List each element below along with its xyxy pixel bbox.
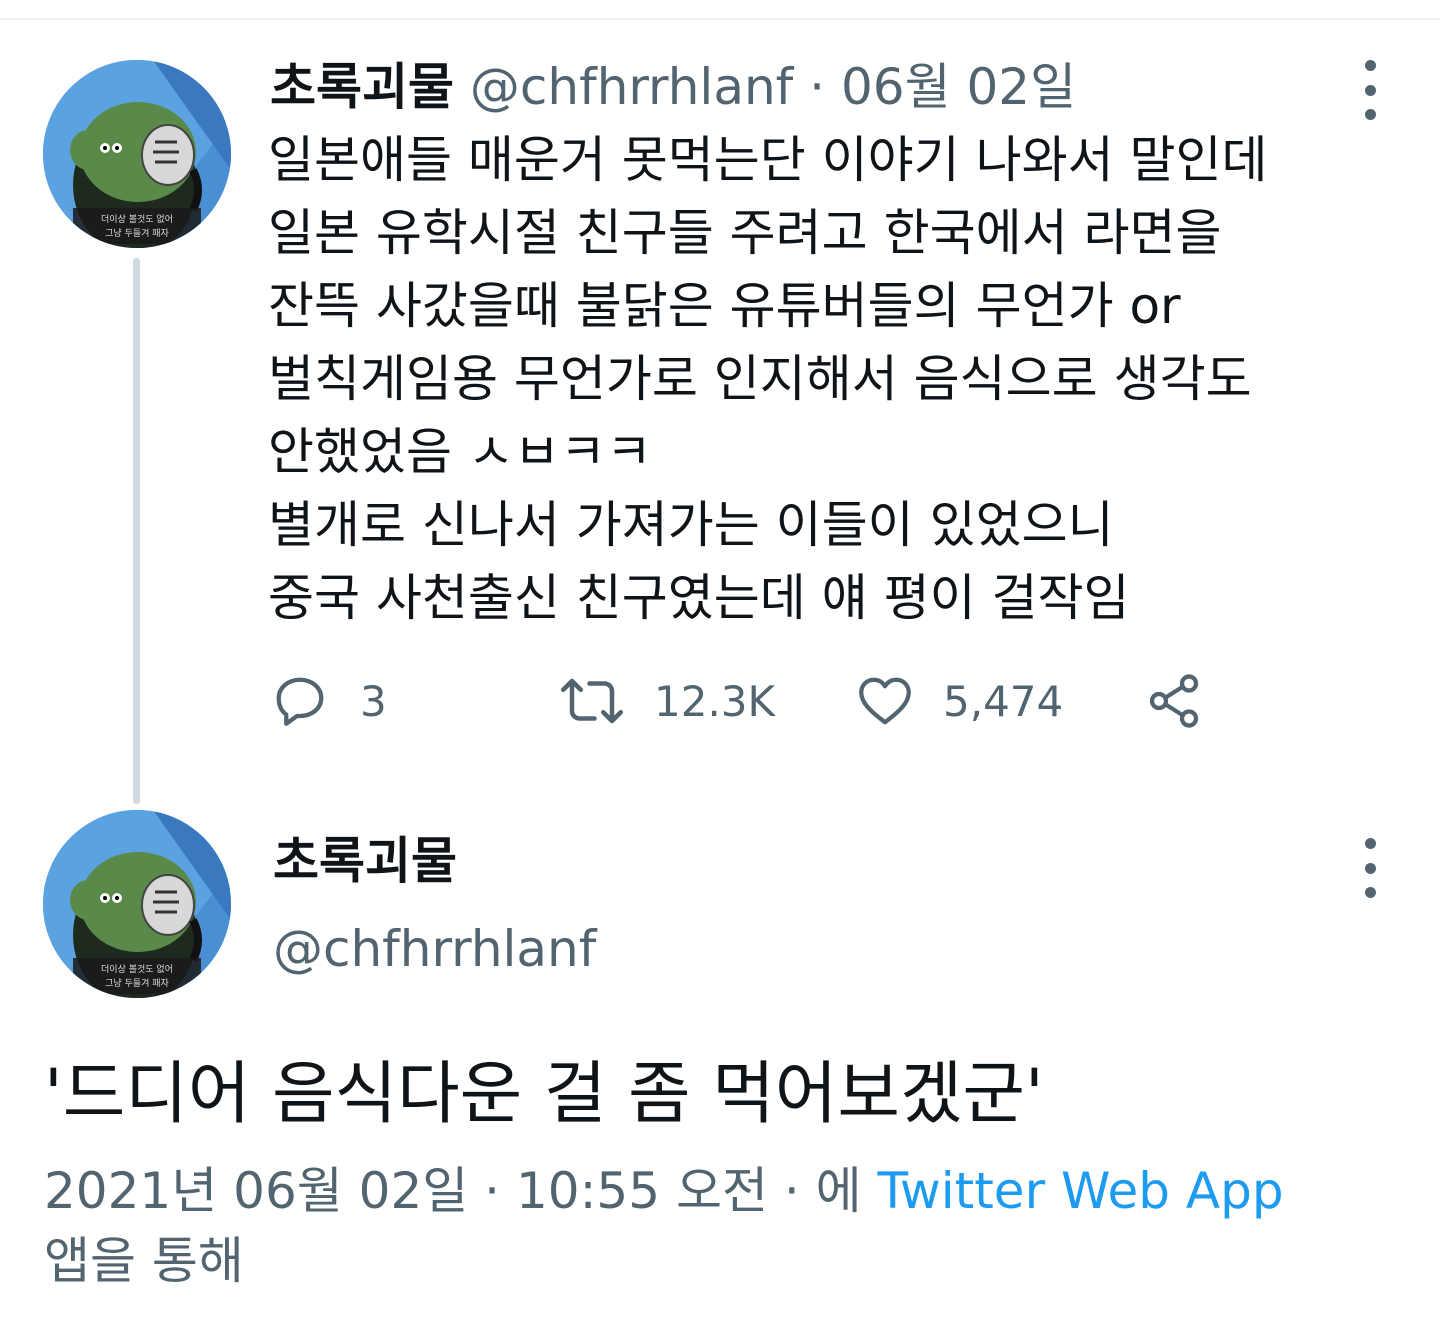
more-vertical-icon[interactable] (1355, 838, 1385, 898)
tweet-text-line: 잔뜩 사갔을때 불닭은 유튜버들의 무언가 or (268, 277, 1181, 335)
reply-icon (276, 677, 324, 726)
avatar-image: 더이상 볼것도 없어 그냥 두들겨 패자 (43, 60, 231, 248)
tweet-header: 초록괴물 @chfhrrhlanf · 06월 02일 (270, 52, 1076, 122)
avatar-image: 더이상 볼것도 없어 그냥 두들겨 패자 (43, 810, 231, 998)
handle[interactable]: @chfhrrhlanf (273, 914, 596, 984)
display-name[interactable]: 초록괴물 (270, 58, 454, 116)
avatar-caption-line-1: 더이상 볼것도 없어 (101, 214, 173, 225)
tweet-text: '드디어 음식다운 걸 좀 먹어보겠군' (44, 1055, 1044, 1134)
more-vertical-icon[interactable] (1355, 60, 1385, 120)
tweet-text-line: 일본애들 매운거 못먹는단 이야기 나와서 말인데 (268, 131, 1268, 189)
handle[interactable]: @chfhrrhlanf (470, 58, 793, 116)
tweet-date[interactable]: 06월 02일 (841, 58, 1076, 116)
retweet-icon (561, 678, 623, 724)
reply-count: 3 (360, 676, 387, 726)
reply-button[interactable]: 3 (270, 666, 387, 736)
tweet-text: 일본애들 매운거 못먹는단 이야기 나와서 말인데 일본 유학시절 친구들 주려… (268, 124, 1388, 635)
tweet-meta: 2021년 06월 02일 · 10:55 오전 · 에 Twitter Web… (44, 1156, 1384, 1296)
avatar-caption-line-2: 그냥 두들겨 패자 (105, 978, 169, 989)
tweet-text-line: 일본 유학시절 친구들 주려고 한국에서 라면을 (268, 204, 1222, 262)
share-icon (1149, 674, 1199, 728)
display-name[interactable]: 초록괴물 (273, 826, 457, 896)
tweet-text-line: 별개로 신나서 가져가는 이들이 있었으니 (268, 496, 1114, 554)
separator-dot: · (809, 58, 826, 116)
retweet-button[interactable]: 12.3K (558, 666, 775, 736)
avatar[interactable]: 더이상 볼것도 없어 그냥 두들겨 패자 (43, 810, 231, 998)
like-count: 5,474 (943, 676, 1064, 726)
tweet-text-line: 안했었음 ㅅㅂㅋㅋ (268, 423, 652, 481)
share-button[interactable] (1144, 666, 1204, 736)
source-suffix: 앱을 통해 (44, 1232, 244, 1290)
avatar[interactable]: 더이상 볼것도 없어 그냥 두들겨 패자 (43, 60, 231, 248)
avatar-caption-line-2: 그냥 두들겨 패자 (105, 228, 169, 239)
tweet-timestamp[interactable]: 2021년 06월 02일 · 10:55 오전 · 에 (44, 1162, 862, 1220)
tweet-text-line: 중국 사천출신 친구였는데 얘 평이 걸작임 (268, 569, 1130, 627)
tweet-text-line: 벌칙게임용 무언가로 인지해서 음식으로 생각도 (268, 350, 1252, 408)
source-app-link[interactable]: Twitter Web App (878, 1162, 1284, 1220)
top-divider (0, 18, 1440, 20)
avatar-caption-line-1: 더이상 볼것도 없어 (101, 964, 173, 975)
heart-icon (859, 677, 911, 725)
thread-connector-line (133, 258, 140, 804)
retweet-count: 12.3K (654, 676, 776, 726)
like-button[interactable]: 5,474 (855, 666, 1063, 736)
